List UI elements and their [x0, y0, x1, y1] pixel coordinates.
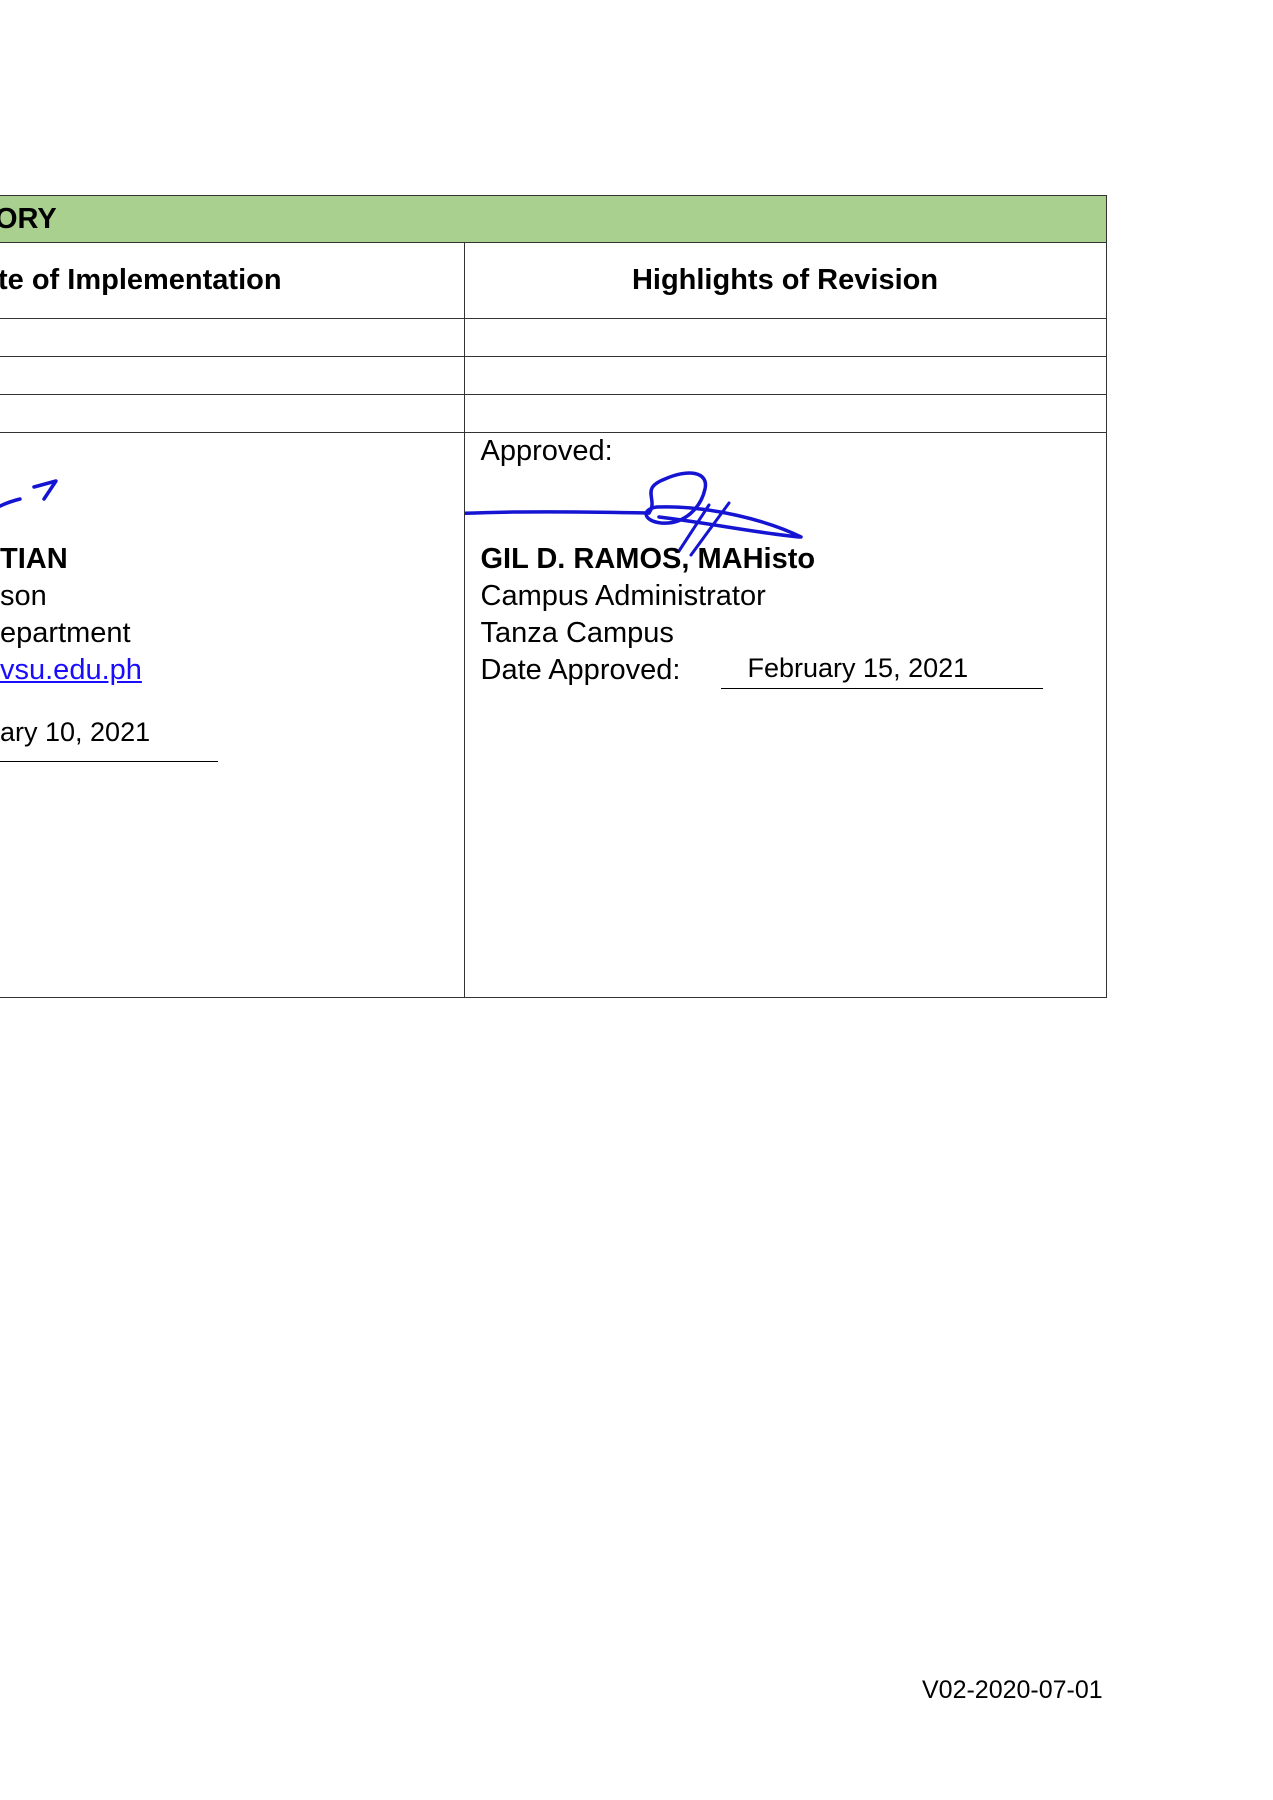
left-signatory-date: ary 10, 2021	[0, 717, 151, 748]
left-signatory-email-link[interactable]: vsu.edu.ph	[0, 654, 142, 687]
highlights-of-revision-label: Highlights of Revision	[631, 264, 939, 297]
left-signatory-position: son	[0, 580, 47, 613]
table-row	[0, 394, 1107, 434]
revision-history-table: ORY te of Implementation Highlights of R…	[0, 194, 1107, 998]
left-date-underline	[0, 761, 218, 763]
left-signatory-name: TIAN	[0, 543, 68, 576]
date-of-implementation-header: te of Implementation	[0, 242, 465, 319]
date-approved-underline	[720, 688, 1043, 690]
table-cell	[0, 355, 465, 396]
table-cell	[0, 394, 465, 434]
table-cell	[463, 355, 1107, 396]
table-title: ORY	[0, 202, 57, 235]
column-header-row: te of Implementation Highlights of Revis…	[0, 242, 1107, 319]
left-signatory-cell: TIAN son epartment vsu.edu.ph ary 10, 20…	[0, 432, 465, 998]
version-code: V02-2020-07-01	[922, 1676, 1103, 1704]
table-cell	[463, 394, 1107, 434]
date-of-implementation-label: te of Implementation	[0, 264, 282, 297]
table-title-cell: ORY	[0, 194, 1107, 244]
signature-row: TIAN son epartment vsu.edu.ph ary 10, 20…	[0, 432, 1107, 998]
right-signatory-name: GIL D. RAMOS, MAHisto	[480, 543, 816, 576]
left-signatory-department: epartment	[0, 617, 131, 650]
table-cell	[463, 317, 1107, 357]
table-title-row: ORY	[0, 194, 1107, 244]
highlights-of-revision-header: Highlights of Revision	[463, 242, 1107, 319]
date-approved-label: Date Approved:	[480, 654, 681, 687]
left-signature-image	[0, 479, 58, 509]
table-row	[0, 355, 1107, 396]
right-signatory-campus: Tanza Campus	[480, 617, 674, 650]
right-signatory-cell: Approved: GIL D. RAMOS, MAHisto Campus A…	[463, 432, 1107, 998]
table-row	[0, 317, 1107, 357]
date-approved-value: February 15, 2021	[747, 653, 969, 684]
table-cell	[0, 317, 465, 357]
right-signatory-title: Campus Administrator	[480, 580, 766, 613]
